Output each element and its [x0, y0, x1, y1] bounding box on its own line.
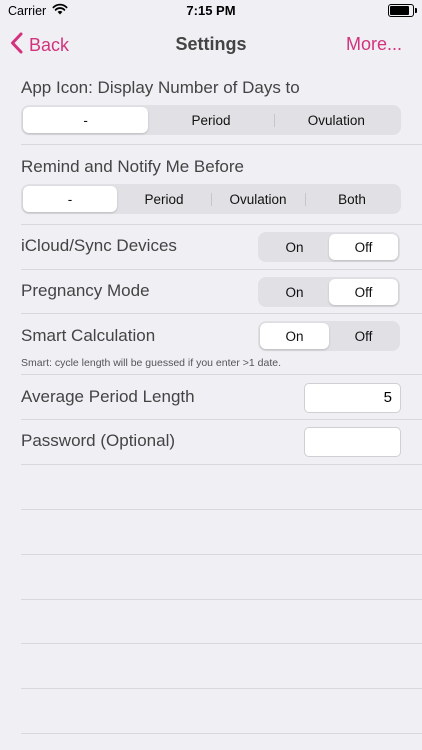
- remind-segmented-control: - Period Ovulation Both: [21, 184, 401, 214]
- password-field[interactable]: [304, 427, 401, 457]
- average-period-length-field[interactable]: 5: [304, 383, 401, 413]
- smart-calculation-toggle: On Off: [258, 321, 400, 351]
- icloud-on-option[interactable]: On: [260, 234, 329, 260]
- icloud-toggle: On Off: [258, 232, 400, 262]
- smart-calculation-off-option[interactable]: Off: [329, 323, 398, 349]
- battery-icon: [388, 4, 417, 17]
- icloud-off-option[interactable]: Off: [329, 234, 398, 260]
- clock: 7:15 PM: [186, 3, 236, 18]
- divider: [21, 313, 422, 314]
- smart-calculation-label: Smart Calculation: [21, 326, 156, 345]
- icloud-label: iCloud/Sync Devices: [21, 236, 177, 255]
- app-icon-segmented-control: - Period Ovulation: [21, 105, 401, 135]
- pregnancy-label: Pregnancy Mode: [21, 281, 150, 300]
- pregnancy-toggle: On Off: [258, 277, 400, 307]
- pregnancy-on-option[interactable]: On: [260, 279, 329, 305]
- remind-option-ovulation[interactable]: Ovulation: [211, 186, 305, 212]
- remind-option-period[interactable]: Period: [117, 186, 211, 212]
- empty-row-divider: [21, 509, 422, 510]
- app-icon-option-ovulation[interactable]: Ovulation: [273, 107, 399, 133]
- divider: [21, 464, 422, 465]
- remind-option-both[interactable]: Both: [305, 186, 399, 212]
- password-label: Password (Optional): [21, 431, 176, 450]
- more-button[interactable]: More...: [346, 34, 402, 55]
- average-period-length-label: Average Period Length: [21, 387, 195, 406]
- smart-calculation-hint: Smart: cycle length will be guessed if y…: [21, 357, 282, 369]
- pregnancy-off-option[interactable]: Off: [329, 279, 398, 305]
- status-bar: Carrier 7:15 PM: [0, 0, 422, 22]
- divider: [21, 269, 422, 270]
- divider: [21, 419, 422, 420]
- divider: [21, 224, 422, 225]
- navigation-bar: Back Settings More...: [0, 22, 422, 66]
- remind-label: Remind and Notify Me Before: [21, 157, 244, 176]
- divider: [21, 374, 422, 375]
- empty-row-divider: [21, 733, 422, 734]
- app-icon-option-period[interactable]: Period: [148, 107, 273, 133]
- empty-row-divider: [21, 599, 422, 600]
- app-icon-label: App Icon: Display Number of Days to: [21, 78, 300, 97]
- empty-row-divider: [21, 688, 422, 689]
- smart-calculation-on-option[interactable]: On: [260, 323, 329, 349]
- empty-row-divider: [21, 643, 422, 644]
- divider: [21, 144, 422, 145]
- app-icon-option-none[interactable]: -: [23, 107, 149, 133]
- remind-option-none[interactable]: -: [23, 186, 117, 212]
- empty-row-divider: [21, 554, 422, 555]
